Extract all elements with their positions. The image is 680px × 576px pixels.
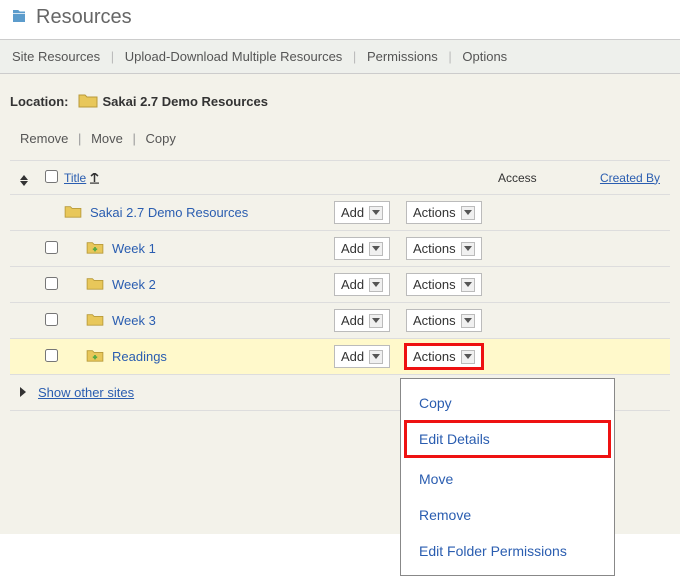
sort-asc-icon	[86, 171, 99, 185]
chevron-down-icon	[369, 206, 383, 220]
dropdown-copy[interactable]: Copy	[401, 385, 614, 421]
table-row: Sakai 2.7 Demo Resources Add Actions	[10, 195, 670, 231]
location-bar: Location: Sakai 2.7 Demo Resources	[10, 88, 670, 127]
folder-icon	[64, 204, 90, 221]
toolbar-permissions[interactable]: Permissions	[367, 49, 438, 64]
select-all-column	[38, 170, 64, 186]
resources-table: Title Access Created By Sakai 2.7 Demo R…	[10, 160, 670, 411]
dropdown-move[interactable]: Move	[401, 461, 614, 497]
chevron-down-icon	[461, 206, 475, 220]
separator: |	[448, 49, 451, 64]
actions-button[interactable]: Actions	[406, 237, 482, 260]
separator: |	[111, 49, 114, 64]
folder-plus-icon	[86, 240, 112, 257]
toolbar-upload-download[interactable]: Upload-Download Multiple Resources	[125, 49, 343, 64]
resources-icon	[10, 7, 36, 28]
chevron-down-icon	[461, 242, 475, 256]
chevron-down-icon	[369, 314, 383, 328]
select-all-checkbox[interactable]	[45, 170, 58, 183]
created-by-column-header: Created By	[580, 171, 660, 185]
add-button[interactable]: Add	[334, 309, 390, 332]
show-other-sites-link[interactable]: Show other sites	[38, 385, 134, 400]
disclosure-icon[interactable]	[20, 387, 26, 397]
toolbar: Site Resources | Upload-Download Multipl…	[0, 39, 680, 74]
chevron-down-icon	[461, 314, 475, 328]
dropdown-edit-details[interactable]: Edit Details	[407, 423, 608, 455]
sort-arrows-icon	[20, 175, 28, 186]
table-row: Week 3 Add Actions	[10, 303, 670, 339]
separator: |	[132, 131, 135, 146]
table-row: Week 1 Add Actions	[10, 231, 670, 267]
chevron-down-icon	[369, 350, 383, 364]
page-title: Resources	[36, 6, 132, 29]
created-by-sort-link[interactable]: Created By	[600, 171, 660, 185]
actions-dropdown: Copy Edit Details Move Remove Edit Folde…	[400, 378, 615, 576]
add-button[interactable]: Add	[334, 237, 390, 260]
action-bar: Remove | Move | Copy	[10, 127, 670, 160]
dropdown-edit-permissions[interactable]: Edit Folder Permissions	[401, 533, 614, 569]
add-button[interactable]: Add	[334, 201, 390, 224]
chevron-down-icon	[369, 278, 383, 292]
folder-icon	[86, 276, 112, 293]
row-checkbox[interactable]	[45, 349, 58, 362]
action-remove[interactable]: Remove	[20, 131, 68, 146]
chevron-down-icon	[461, 350, 475, 364]
separator: |	[353, 49, 356, 64]
add-button[interactable]: Add	[334, 345, 390, 368]
row-checkbox[interactable]	[45, 241, 58, 254]
folder-plus-icon	[86, 348, 112, 365]
separator: |	[78, 131, 81, 146]
toolbar-options[interactable]: Options	[462, 49, 507, 64]
action-copy[interactable]: Copy	[146, 131, 176, 146]
location-path: Sakai 2.7 Demo Resources	[103, 94, 268, 109]
row-checkbox[interactable]	[45, 313, 58, 326]
chevron-down-icon	[369, 242, 383, 256]
action-move[interactable]: Move	[91, 131, 123, 146]
table-row: Week 2 Add Actions	[10, 267, 670, 303]
table-row: Readings Add Actions	[10, 339, 670, 375]
add-button[interactable]: Add	[334, 273, 390, 296]
item-name-link[interactable]: Week 1	[112, 241, 156, 256]
title-column-header: Title	[64, 171, 334, 185]
actions-button[interactable]: Actions	[406, 309, 482, 332]
item-name-link[interactable]: Week 3	[112, 313, 156, 328]
folder-icon	[86, 312, 112, 329]
actions-button[interactable]: Actions	[406, 273, 482, 296]
item-name-link[interactable]: Sakai 2.7 Demo Resources	[90, 205, 248, 220]
row-checkbox[interactable]	[45, 277, 58, 290]
folder-icon	[73, 92, 103, 111]
chevron-down-icon	[461, 278, 475, 292]
location-label: Location:	[10, 94, 69, 109]
sort-column[interactable]	[20, 169, 38, 186]
access-column-header: Access	[498, 171, 580, 185]
title-sort-link[interactable]: Title	[64, 171, 86, 185]
toolbar-site-resources[interactable]: Site Resources	[12, 49, 100, 64]
item-name-link[interactable]: Week 2	[112, 277, 156, 292]
table-header-row: Title Access Created By	[10, 161, 670, 195]
actions-button[interactable]: Actions	[406, 201, 482, 224]
page-header: Resources	[0, 0, 680, 39]
item-name-link[interactable]: Readings	[112, 349, 167, 364]
dropdown-remove[interactable]: Remove	[401, 497, 614, 533]
actions-button[interactable]: Actions	[406, 345, 482, 368]
